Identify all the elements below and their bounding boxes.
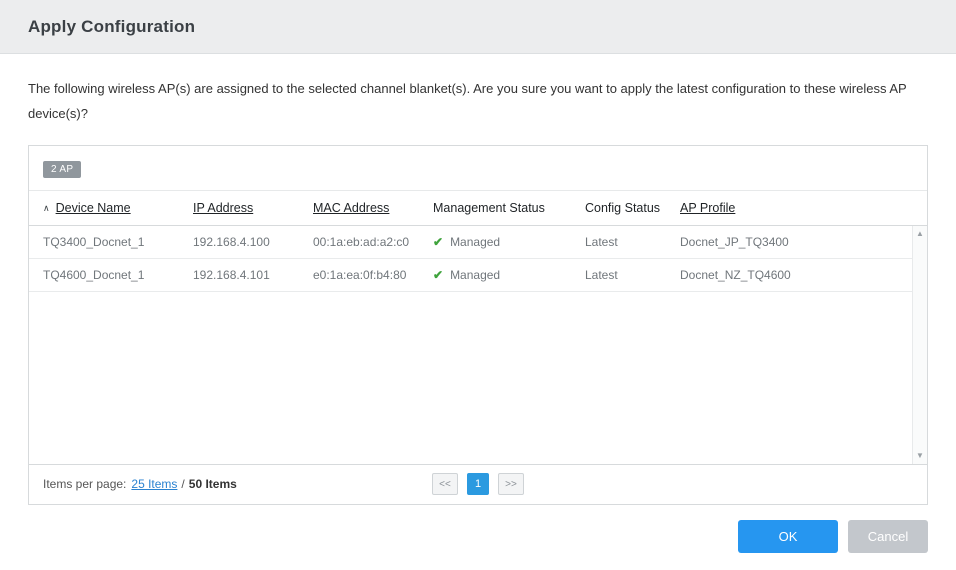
table-scrollbar[interactable]: ▲ ▼ bbox=[912, 225, 927, 464]
scroll-up-icon[interactable]: ▲ bbox=[913, 229, 927, 239]
cell-device-name: TQ4600_Docnet_1 bbox=[43, 267, 145, 282]
managed-check-icon: ✔ bbox=[433, 234, 444, 249]
column-header-management-status: Management Status bbox=[433, 201, 585, 215]
management-status-label: Managed bbox=[450, 234, 501, 249]
scroll-down-icon[interactable]: ▼ bbox=[913, 451, 927, 461]
table-body: TQ3400_Docnet_1 192.168.4.100 00:1a:eb:a… bbox=[29, 225, 927, 464]
cell-mac-address: 00:1a:eb:ad:a2:c0 bbox=[313, 234, 410, 249]
badge-row: 2 AP bbox=[29, 146, 927, 190]
cell-management-status: ✔ Managed bbox=[433, 268, 585, 282]
column-header-mac-address[interactable]: MAC Address bbox=[313, 201, 433, 215]
page-1-button[interactable]: 1 bbox=[467, 473, 489, 496]
table-footer: Items per page: 25 Items /50 Items << 1 >> bbox=[29, 463, 927, 504]
last-page-button[interactable]: >> bbox=[498, 473, 524, 496]
confirmation-message: The following wireless AP(s) are assigne… bbox=[28, 81, 907, 122]
column-header-config-status: Config Status bbox=[585, 201, 680, 215]
items-per-page-link[interactable]: 25 Items bbox=[131, 477, 177, 491]
dialog-actions: OK Cancel bbox=[738, 520, 928, 553]
ap-table-panel: 2 AP ∧ Device Name IP Address MAC Address… bbox=[28, 144, 928, 505]
column-header-ap-profile[interactable]: AP Profile bbox=[680, 201, 927, 215]
column-header-label: AP Profile bbox=[680, 200, 736, 215]
table-row[interactable]: TQ4600_Docnet_1 192.168.4.101 e0:1a:ea:0… bbox=[29, 259, 927, 292]
items-per-page-label: Items per page: bbox=[43, 477, 127, 492]
dialog-header: Apply Configuration bbox=[0, 0, 956, 54]
cancel-button[interactable]: Cancel bbox=[848, 520, 928, 553]
column-header-ip-address[interactable]: IP Address bbox=[193, 201, 313, 215]
page-title: Apply Configuration bbox=[28, 16, 196, 36]
table-header-row: ∧ Device Name IP Address MAC Address Mana… bbox=[29, 189, 927, 226]
items-per-page: Items per page: 25 Items /50 Items bbox=[43, 477, 237, 491]
first-page-button[interactable]: << bbox=[432, 473, 458, 496]
ap-count-badge: 2 AP bbox=[43, 160, 82, 178]
cell-ip-address: 192.168.4.100 bbox=[193, 234, 270, 249]
cell-management-status: ✔ Managed bbox=[433, 235, 585, 249]
column-header-label: Management Status bbox=[433, 200, 545, 215]
cell-config-status: Latest bbox=[585, 234, 618, 249]
column-header-label: Config Status bbox=[585, 200, 661, 215]
total-items-label: 50 Items bbox=[188, 477, 237, 492]
column-header-label: IP Address bbox=[193, 200, 254, 215]
cell-ap-profile: Docnet_JP_TQ3400 bbox=[680, 234, 789, 249]
column-header-label: MAC Address bbox=[313, 200, 390, 215]
cell-ip-address: 192.168.4.101 bbox=[193, 267, 270, 282]
items-separator: / bbox=[181, 477, 185, 492]
cell-mac-address: e0:1a:ea:0f:b4:80 bbox=[313, 267, 407, 282]
cell-ap-profile: Docnet_NZ_TQ4600 bbox=[680, 267, 791, 282]
management-status-label: Managed bbox=[450, 267, 501, 282]
ok-button[interactable]: OK bbox=[738, 520, 838, 553]
sort-asc-icon: ∧ bbox=[43, 202, 50, 213]
cell-config-status: Latest bbox=[585, 267, 618, 282]
managed-check-icon: ✔ bbox=[433, 267, 444, 282]
table-row[interactable]: TQ3400_Docnet_1 192.168.4.100 00:1a:eb:a… bbox=[29, 226, 927, 259]
apply-configuration-dialog: Apply Configuration The following wirele… bbox=[0, 0, 956, 553]
cell-device-name: TQ3400_Docnet_1 bbox=[43, 234, 145, 249]
column-header-device-name[interactable]: ∧ Device Name bbox=[43, 201, 193, 215]
pagination: << 1 >> bbox=[432, 473, 524, 496]
column-header-label: Device Name bbox=[55, 200, 131, 215]
